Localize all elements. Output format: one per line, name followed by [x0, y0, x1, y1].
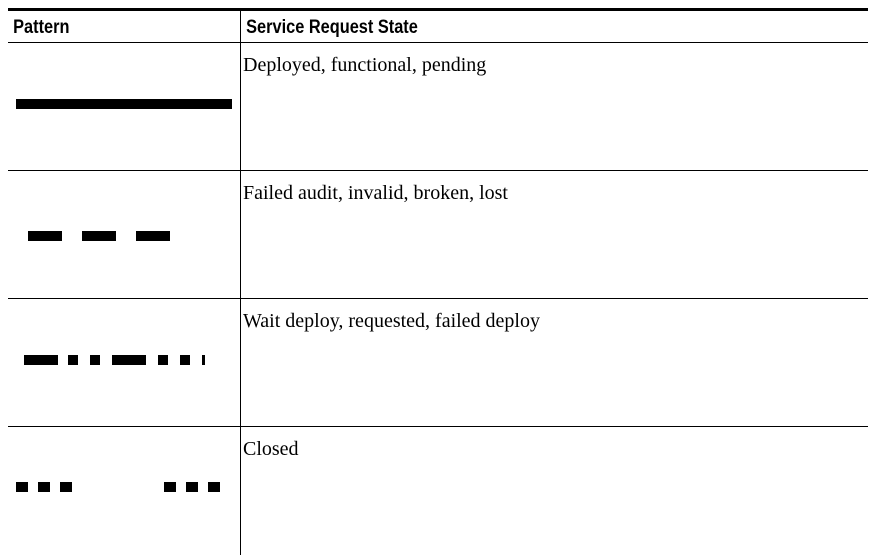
state-text: Closed	[243, 438, 299, 460]
state-text: Deployed, functional, pending	[243, 54, 487, 76]
header-pattern-label: Pattern	[13, 17, 70, 38]
header-cell-pattern: Pattern	[8, 11, 241, 42]
dash-dot-line-icon	[16, 355, 232, 365]
table-row: Wait deploy, requested, failed deploy	[8, 299, 868, 427]
legend-table: Pattern Service Request State Deployed, …	[8, 8, 868, 555]
state-cell: Wait deploy, requested, failed deploy	[241, 299, 868, 426]
table-header: Pattern Service Request State	[8, 8, 868, 43]
state-cell: Failed audit, invalid, broken, lost	[241, 171, 868, 298]
table-row: Failed audit, invalid, broken, lost	[8, 171, 868, 299]
state-cell: Deployed, functional, pending	[241, 43, 868, 170]
pattern-cell	[8, 299, 241, 426]
pattern-cell	[8, 43, 241, 170]
dashed-line-icon	[16, 231, 232, 241]
dotted-gap-line-icon	[16, 482, 232, 492]
table-row: Deployed, functional, pending	[8, 43, 868, 171]
table-row: Closed	[8, 427, 868, 555]
pattern-cell	[8, 427, 241, 555]
header-cell-state: Service Request State	[241, 11, 868, 42]
state-text: Wait deploy, requested, failed deploy	[243, 310, 540, 332]
state-text: Failed audit, invalid, broken, lost	[243, 182, 508, 204]
header-state-label: Service Request State	[246, 17, 418, 38]
solid-line-icon	[16, 99, 232, 109]
pattern-cell	[8, 171, 241, 298]
state-cell: Closed	[241, 427, 868, 555]
